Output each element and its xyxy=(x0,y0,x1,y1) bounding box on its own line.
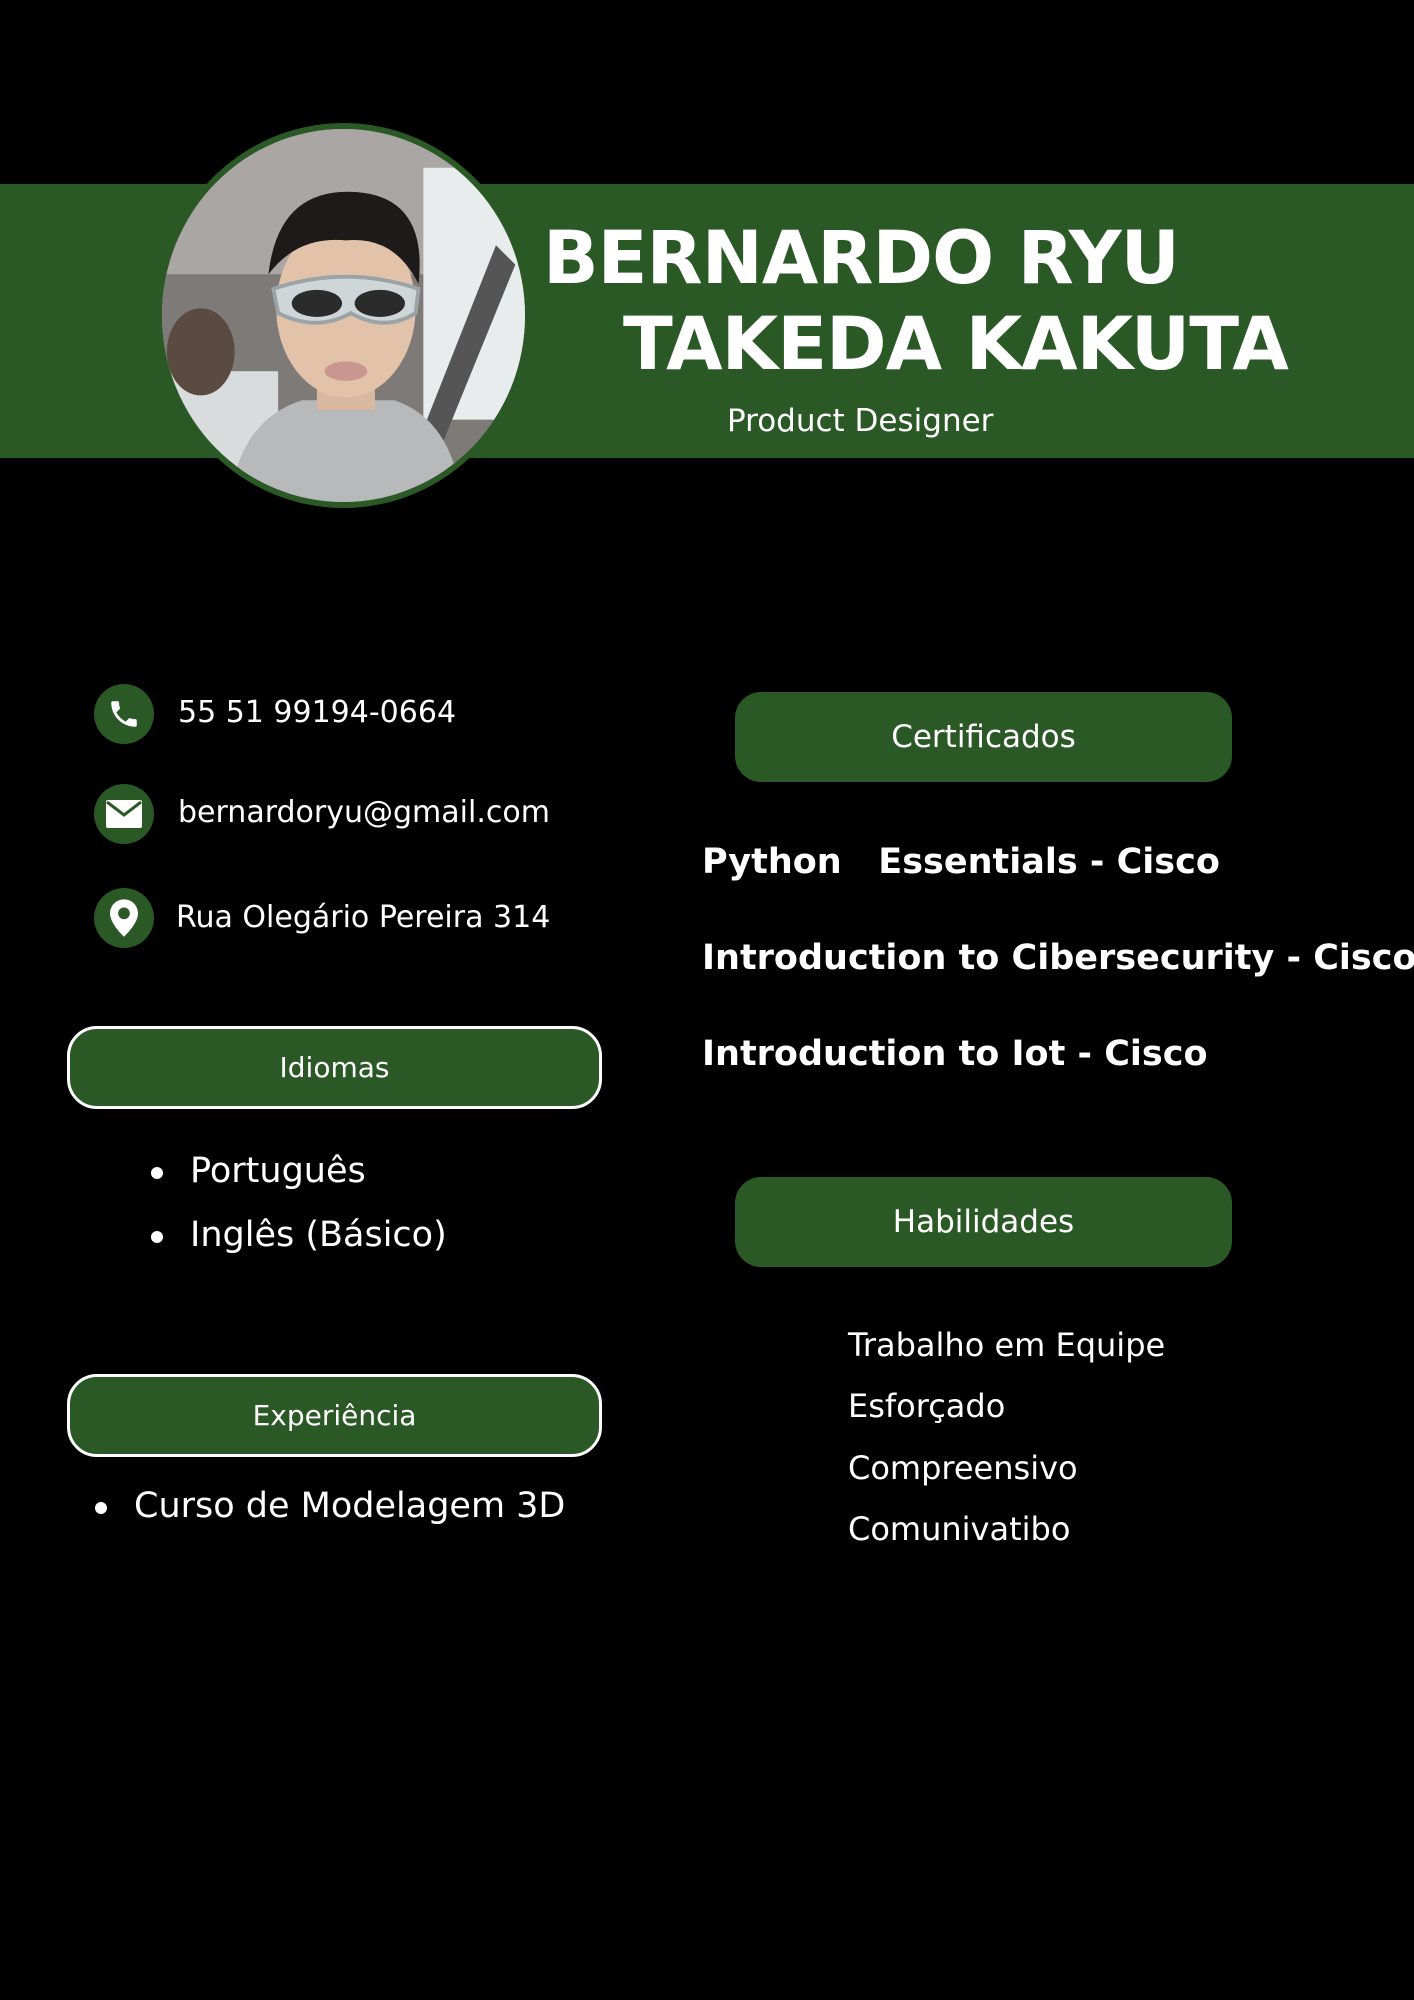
experience-list: Curso de Modelagem 3D xyxy=(94,1480,565,1532)
skill-item: Compreensivo xyxy=(848,1449,1078,1487)
skills-heading: Habilidades xyxy=(735,1177,1232,1267)
location-pin-icon xyxy=(94,888,154,948)
experience-heading: Experiência xyxy=(67,1374,602,1457)
street-address: Rua Olegário Pereira 314 xyxy=(176,900,551,935)
list-item: Inglês (Básico) xyxy=(151,1209,447,1273)
email-icon xyxy=(94,784,154,844)
languages-heading: Idiomas xyxy=(67,1026,602,1109)
list-item: Português xyxy=(151,1145,447,1209)
certificates-heading: Certificados xyxy=(735,692,1232,782)
certificate-item: Python Essentials - Cisco xyxy=(702,842,1220,882)
skill-item: Comunivatibo xyxy=(848,1510,1071,1548)
certificate-item: Introduction to Iot - Cisco xyxy=(702,1034,1208,1074)
email-address: bernardoryu@gmail.com xyxy=(178,795,550,830)
certificate-item: Introduction to Cibersecurity - Cisco xyxy=(702,938,1414,978)
skill-item: Trabalho em Equipe xyxy=(848,1326,1166,1364)
phone-icon xyxy=(94,684,154,744)
job-title: Product Designer xyxy=(727,403,994,439)
phone-number: 55 51 99194-0664 xyxy=(178,695,457,730)
languages-list: Português Inglês (Básico) xyxy=(151,1145,447,1273)
name-line-1: BERNARDO RYU xyxy=(543,216,1180,301)
list-item: Curso de Modelagem 3D xyxy=(94,1480,565,1532)
name-line-2: TAKEDA KAKUTA xyxy=(623,302,1289,387)
profile-photo xyxy=(156,123,531,508)
skill-item: Esforçado xyxy=(848,1387,1006,1425)
